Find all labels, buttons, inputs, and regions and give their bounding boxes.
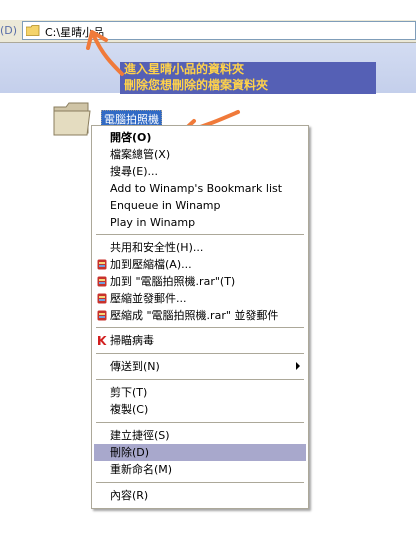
menu-item-open[interactable]: 開啓(O) — [94, 129, 306, 146]
menu-item-winamp-enqueue[interactable]: Enqueue in Winamp — [94, 197, 306, 214]
menu-item-explore[interactable]: 檔案總管(X) — [94, 146, 306, 163]
menu-item-rename[interactable]: 重新命名(M) — [94, 461, 306, 478]
menu-item-label: 檔案總管(X) — [110, 148, 171, 161]
menu-item-label: 建立捷徑(S) — [110, 429, 170, 442]
menu-item-add-to-archive[interactable]: 加到壓縮檔(A)... — [94, 256, 306, 273]
menu-item-label: 壓縮並發郵件... — [110, 292, 187, 305]
winrar-icon — [97, 293, 107, 304]
winrar-icon — [97, 310, 107, 321]
annotation-box: 進入星晴小品的資料夾 刪除您想刪除的檔案資料夾 — [120, 62, 376, 94]
annotation-line-1: 進入星晴小品的資料夾 — [124, 62, 245, 76]
winrar-icon — [97, 259, 107, 270]
menu-item-label: 剪下(T) — [110, 386, 148, 399]
menu-item-label: 刪除(D) — [110, 446, 150, 459]
annotation-line-2: 刪除您想刪除的檔案資料夾 — [124, 78, 269, 92]
address-input[interactable]: C:\星晴小品 — [22, 21, 416, 40]
folder-icon[interactable] — [52, 101, 92, 137]
menu-separator — [96, 353, 304, 354]
menu-item-label: 掃瞄病毒 — [110, 334, 154, 347]
menu-separator — [96, 422, 304, 423]
menu-item-add-to-rar[interactable]: 加到 "電腦拍照機.rar"(T) — [94, 273, 306, 290]
menu-separator — [96, 482, 304, 483]
menu-item-delete[interactable]: 刪除(D) — [94, 444, 306, 461]
submenu-arrow-icon — [296, 362, 300, 370]
menu-item-label: 傳送到(N) — [110, 360, 160, 373]
menu-item-properties[interactable]: 內容(R) — [94, 487, 306, 504]
menu-item-label: 開啓(O) — [110, 131, 152, 144]
address-bar: (D) C:\星晴小品 — [0, 20, 416, 43]
menu-item-search[interactable]: 搜尋(E)... — [94, 163, 306, 180]
menu-item-label: 內容(R) — [110, 489, 149, 502]
menu-item-label: 重新命名(M) — [110, 463, 173, 476]
menu-item-label: Add to Winamp's Bookmark list — [110, 182, 283, 195]
menu-item-label: Play in Winamp — [110, 216, 196, 229]
menu-item-compress-email[interactable]: 壓縮並發郵件... — [94, 290, 306, 307]
menu-item-compress-rar-email[interactable]: 壓縮成 "電腦拍照機.rar" 並發郵件 — [94, 307, 306, 324]
arrow-to-address-icon — [86, 30, 124, 76]
menu-item-copy[interactable]: 複製(C) — [94, 401, 306, 418]
menu-item-winamp-play[interactable]: Play in Winamp — [94, 214, 306, 231]
antivirus-k-icon — [98, 336, 107, 345]
menu-item-label: 加到壓縮檔(A)... — [110, 258, 192, 271]
menu-separator — [96, 234, 304, 235]
menu-item-label: 複製(C) — [110, 403, 149, 416]
menu-item-label: 壓縮成 "電腦拍照機.rar" 並發郵件 — [110, 309, 279, 322]
menu-item-label: Enqueue in Winamp — [110, 199, 221, 212]
context-menu: 開啓(O) 檔案總管(X) 搜尋(E)... Add to Winamp's B… — [91, 125, 309, 509]
winrar-icon — [97, 276, 107, 287]
menu-item-cut[interactable]: 剪下(T) — [94, 384, 306, 401]
menu-separator — [96, 379, 304, 380]
menu-item-create-shortcut[interactable]: 建立捷徑(S) — [94, 427, 306, 444]
menu-fragment[interactable]: (D) — [0, 24, 17, 37]
menu-item-send-to[interactable]: 傳送到(N) — [94, 358, 306, 375]
menu-item-scan-virus[interactable]: 掃瞄病毒 — [94, 332, 306, 349]
menu-item-label: 加到 "電腦拍照機.rar"(T) — [110, 275, 236, 288]
menu-separator — [96, 327, 304, 328]
menu-item-label: 搜尋(E)... — [110, 165, 159, 178]
menu-item-sharing[interactable]: 共用和安全性(H)... — [94, 239, 306, 256]
folder-icon — [26, 25, 40, 36]
menu-item-label: 共用和安全性(H)... — [110, 241, 204, 254]
menu-item-winamp-bookmark[interactable]: Add to Winamp's Bookmark list — [94, 180, 306, 197]
